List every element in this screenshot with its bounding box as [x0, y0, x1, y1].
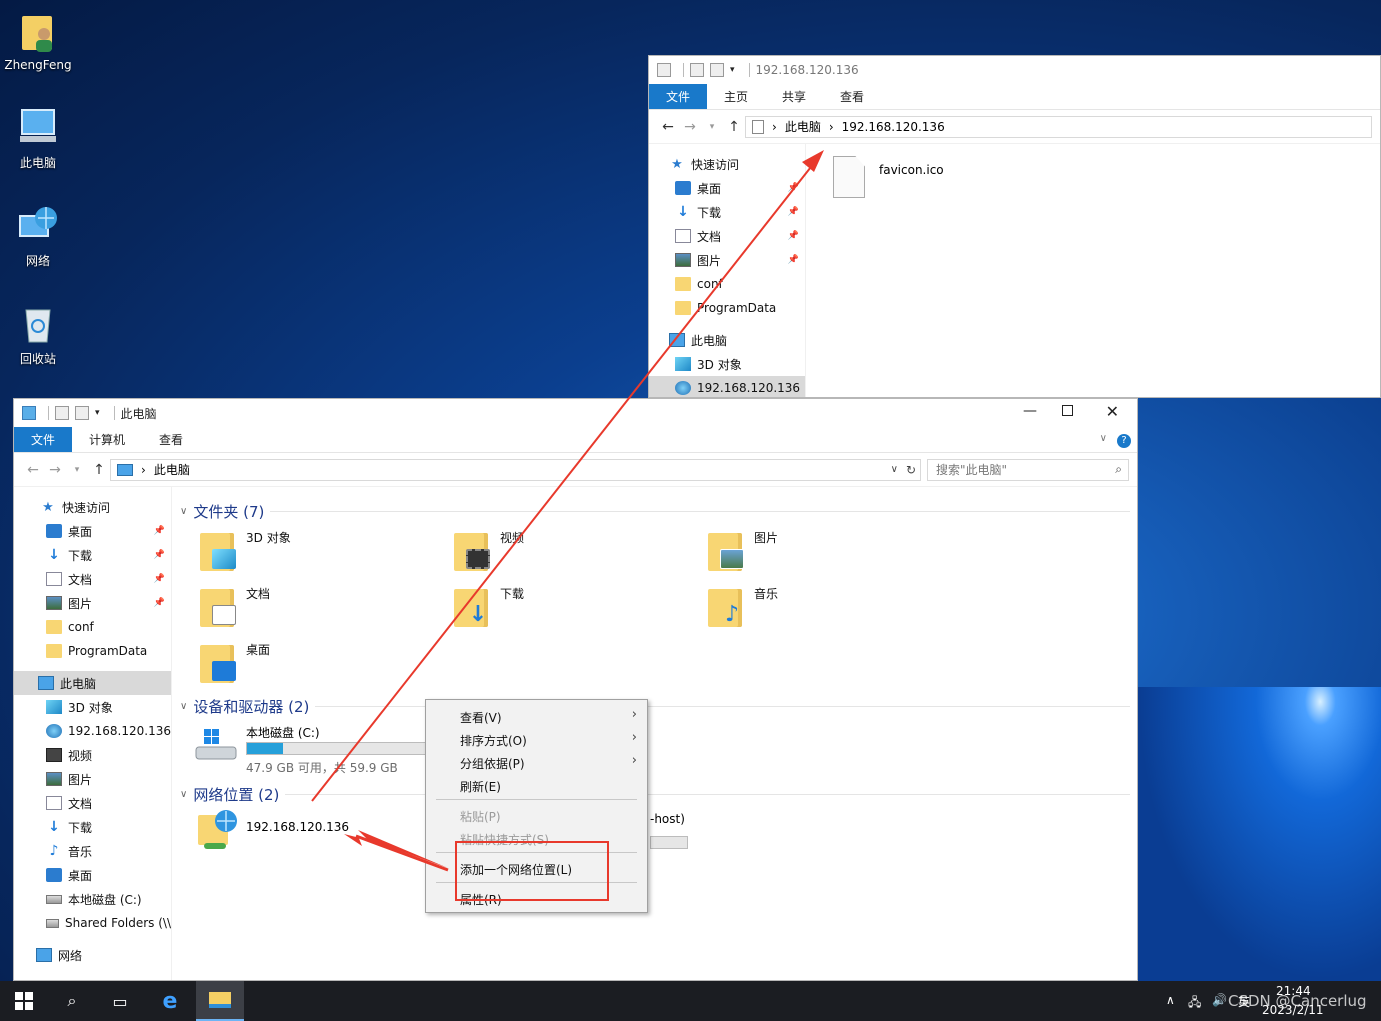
search-icon: ⌕	[67, 991, 77, 1010]
annotation-overlay	[311, 150, 824, 901]
annotation-arrowhead	[802, 150, 824, 172]
network-tray-icon[interactable]: 🖧	[1188, 993, 1201, 1014]
search-button[interactable]: ⌕	[48, 981, 96, 1021]
annotation-arrow-line	[355, 834, 449, 872]
internet-explorer-button[interactable]: e	[146, 981, 194, 1021]
annotation-arrow-left	[344, 830, 448, 868]
task-view-icon: ▭	[112, 991, 128, 1011]
windows-logo-icon	[15, 992, 33, 1010]
file-explorer-button[interactable]	[196, 981, 244, 1021]
start-button[interactable]	[0, 981, 48, 1021]
watermark-text: CSDN @Cancerlug	[1228, 992, 1367, 1010]
task-view-button[interactable]: ▭	[96, 981, 144, 1021]
taskbar: ⌕ ▭ e ∧ 🖧 🔊 英 21:44 2023/2/11 CSDN @Canc…	[0, 981, 1381, 1021]
show-hidden-icons-chevron-icon[interactable]: ∧	[1166, 993, 1175, 1007]
highlight-box	[455, 841, 609, 901]
annotation-arrow-line	[311, 157, 819, 802]
volume-icon[interactable]: 🔊	[1212, 993, 1227, 1007]
internet-explorer-icon: e	[162, 988, 178, 1014]
file-explorer-icon	[209, 992, 231, 1008]
